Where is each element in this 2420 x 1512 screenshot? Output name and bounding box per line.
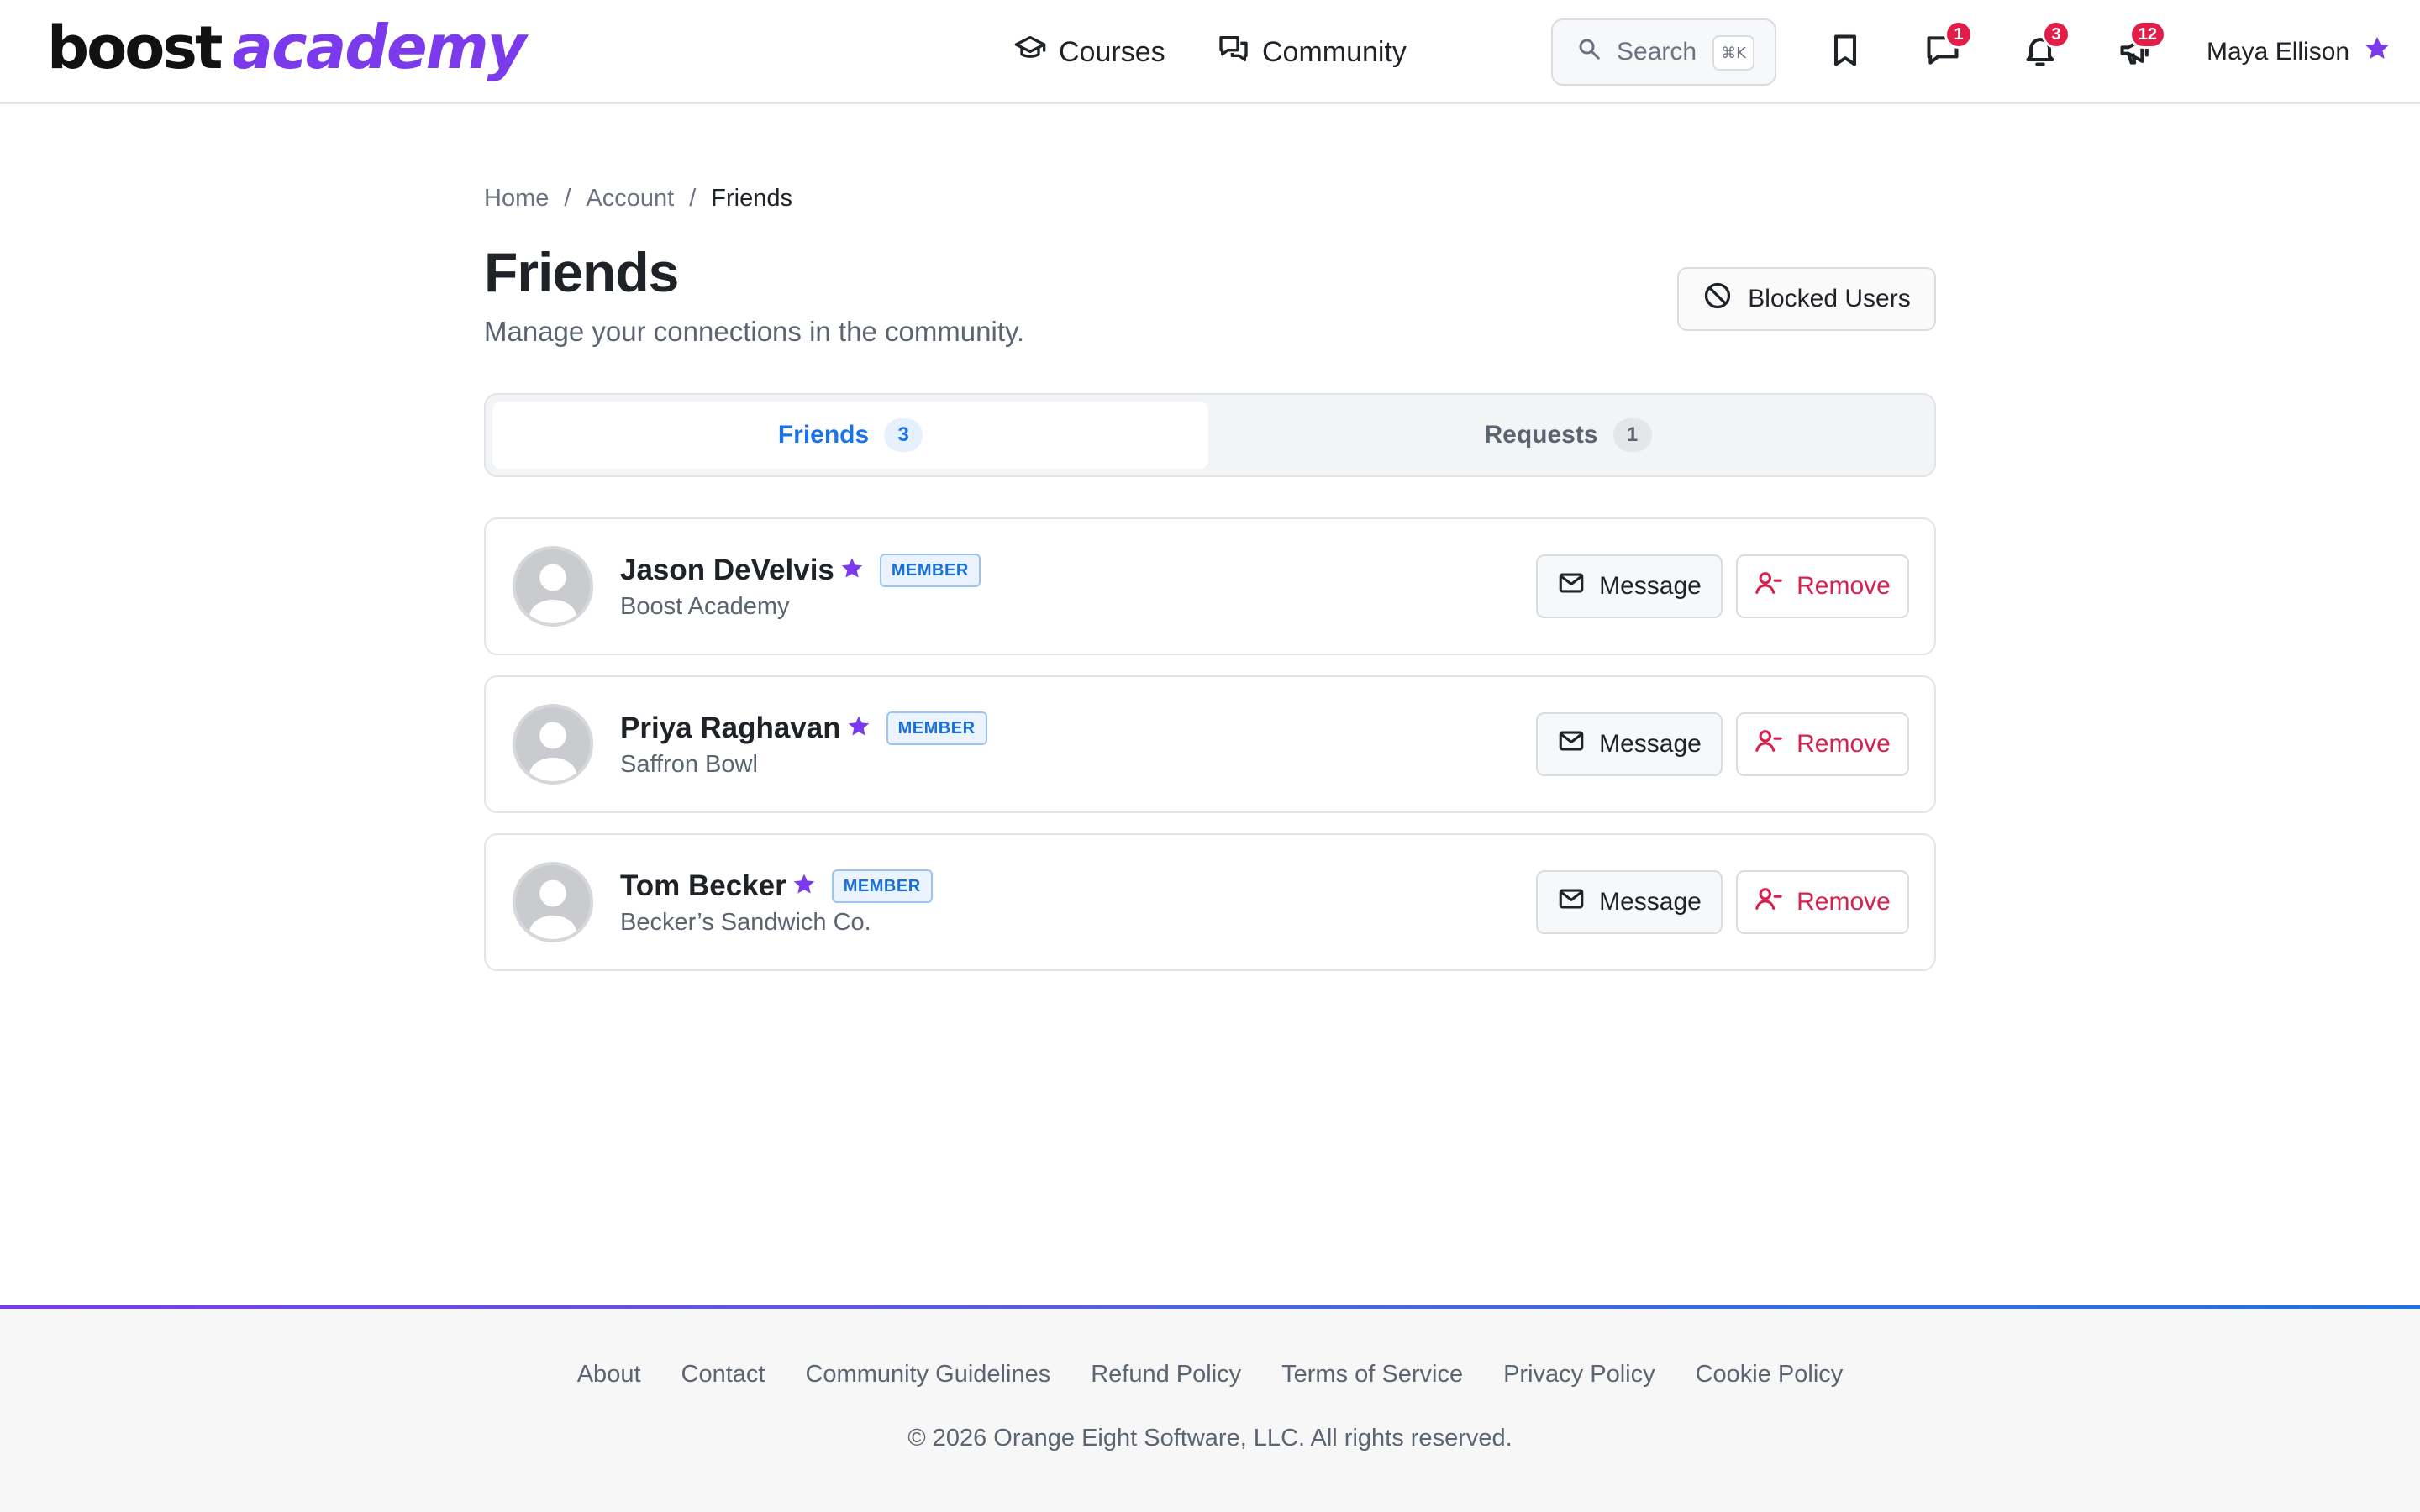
footer-link-refund-policy[interactable]: Refund Policy <box>1091 1361 1241 1389</box>
default-avatar-icon <box>516 865 590 939</box>
avatar[interactable] <box>513 862 593 942</box>
messages-button[interactable]: 1 <box>1918 20 1973 77</box>
footer-link-terms-of-service[interactable]: Terms of Service <box>1281 1361 1463 1389</box>
user-minus-icon <box>1754 885 1783 920</box>
member-badge: MEMBER <box>879 554 981 587</box>
search-box[interactable]: Search ⌘K <box>1551 18 1776 86</box>
tab-requests-label: Requests <box>1484 421 1598 449</box>
tab-friends-label: Friends <box>777 421 870 449</box>
announcements-badge: 12 <box>2128 20 2166 49</box>
announcements-button[interactable]: 12 <box>2111 20 2166 77</box>
copyright-text: © 2026 Orange Eight Software, LLC. All r… <box>908 1425 1512 1452</box>
bookmark-button[interactable] <box>1820 27 1870 77</box>
search-shortcut-key: ⌘K <box>1712 35 1754 71</box>
friend-name[interactable]: Priya Raghavan <box>620 711 841 745</box>
notifications-button[interactable]: 3 <box>2015 20 2070 77</box>
tab-requests[interactable]: Requests 1 <box>1210 402 1926 469</box>
footer-link-contact[interactable]: Contact <box>681 1361 765 1389</box>
remove-friend-button[interactable]: Remove <box>1736 554 1909 618</box>
star-icon <box>844 714 871 743</box>
star-icon <box>2363 34 2391 70</box>
breadcrumb-separator: / <box>689 185 697 212</box>
envelope-icon <box>1557 885 1586 920</box>
notifications-badge: 3 <box>2042 20 2070 49</box>
remove-friend-button[interactable]: Remove <box>1736 870 1909 934</box>
block-icon <box>1702 281 1733 318</box>
message-label: Message <box>1599 730 1702 758</box>
nav-courses[interactable]: Courses <box>1013 0 1165 104</box>
footer-link-privacy-policy[interactable]: Privacy Policy <box>1503 1361 1655 1389</box>
default-avatar-icon <box>516 549 590 623</box>
envelope-icon <box>1557 727 1586 762</box>
friend-name-row: Priya Raghavan MEMBER <box>620 707 987 749</box>
breadcrumb-current: Friends <box>711 185 792 212</box>
footer-link-about[interactable]: About <box>577 1361 641 1389</box>
nav-community-label: Community <box>1262 35 1407 68</box>
remove-label: Remove <box>1797 730 1891 758</box>
page-title: Friends <box>484 241 679 303</box>
chat-bubbles-icon <box>1217 32 1250 73</box>
friend-name-row: Tom Becker MEMBER <box>620 865 933 907</box>
tab-friends-count: 3 <box>884 418 923 452</box>
member-badge: MEMBER <box>831 869 933 903</box>
footer-gradient-divider <box>0 1305 2420 1309</box>
footer-links: About Contact Community Guidelines Refun… <box>0 1361 2420 1389</box>
breadcrumb-separator: / <box>564 185 571 212</box>
message-button[interactable]: Message <box>1536 554 1723 618</box>
top-header: boost academy Courses Community Search ⌘… <box>0 0 2420 104</box>
user-minus-icon <box>1754 727 1783 762</box>
friend-name-row: Jason DeVelvis MEMBER <box>620 549 981 591</box>
footer-link-community-guidelines[interactable]: Community Guidelines <box>805 1361 1050 1389</box>
friend-company: Becker’s Sandwich Co. <box>620 909 871 936</box>
boost-academy-logo[interactable]: boost academy <box>47 12 527 87</box>
footer-link-cookie-policy[interactable]: Cookie Policy <box>1696 1361 1844 1389</box>
breadcrumb-account[interactable]: Account <box>586 185 674 213</box>
friend-company: Saffron Bowl <box>620 751 758 778</box>
page-subtitle: Manage your connections in the community… <box>484 316 1025 347</box>
friend-company: Boost Academy <box>620 593 790 620</box>
friend-card: Jason DeVelvis MEMBER Boost Academy Mess… <box>484 517 1936 655</box>
nav-courses-label: Courses <box>1059 35 1165 68</box>
avatar[interactable] <box>513 704 593 785</box>
search-placeholder: Search <box>1617 38 1697 66</box>
nav-community[interactable]: Community <box>1217 0 1407 104</box>
remove-friend-button[interactable]: Remove <box>1736 712 1909 776</box>
tab-friends[interactable]: Friends 3 <box>492 402 1208 469</box>
breadcrumb: Home / Account / Friends <box>484 185 792 213</box>
friend-card: Priya Raghavan MEMBER Saffron Bowl Messa… <box>484 675 1936 813</box>
star-icon <box>790 872 817 901</box>
logo-boost-text: boost <box>47 13 223 82</box>
user-name: Maya Ellison <box>2207 38 2350 66</box>
friends-tabs: Friends 3 Requests 1 <box>484 393 1936 477</box>
remove-label: Remove <box>1797 888 1891 916</box>
messages-badge: 1 <box>1944 20 1973 49</box>
avatar[interactable] <box>513 546 593 627</box>
user-menu[interactable]: Maya Ellison <box>2207 0 2391 104</box>
remove-label: Remove <box>1797 572 1891 600</box>
site-footer: About Contact Community Guidelines Refun… <box>0 1305 2420 1512</box>
logo-academy-text: academy <box>232 12 526 82</box>
message-label: Message <box>1599 888 1702 916</box>
friend-name[interactable]: Jason DeVelvis <box>620 554 834 587</box>
graduation-cap-icon <box>1013 32 1047 73</box>
search-icon <box>1576 36 1602 68</box>
blocked-users-button[interactable]: Blocked Users <box>1677 267 1936 331</box>
tab-requests-count: 1 <box>1612 418 1652 452</box>
friend-card: Tom Becker MEMBER Becker’s Sandwich Co. … <box>484 833 1936 971</box>
envelope-icon <box>1557 569 1586 604</box>
message-button[interactable]: Message <box>1536 870 1723 934</box>
bookmark-icon <box>1827 32 1864 73</box>
member-badge: MEMBER <box>886 711 987 745</box>
friend-name[interactable]: Tom Becker <box>620 869 786 903</box>
user-minus-icon <box>1754 569 1783 604</box>
blocked-users-label: Blocked Users <box>1748 285 1911 312</box>
default-avatar-icon <box>516 707 590 781</box>
message-label: Message <box>1599 572 1702 600</box>
message-button[interactable]: Message <box>1536 712 1723 776</box>
star-icon <box>838 556 865 585</box>
breadcrumb-home[interactable]: Home <box>484 185 549 213</box>
